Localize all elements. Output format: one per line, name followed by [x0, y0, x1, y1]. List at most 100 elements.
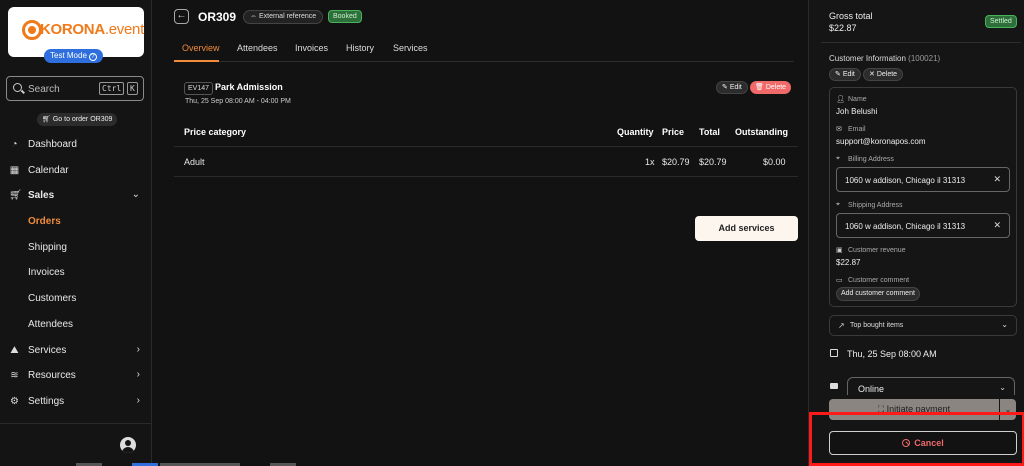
billing-address-label: Billing Address [848, 156, 894, 163]
sidebar-item-orders[interactable]: Orders [0, 211, 152, 233]
cancel-button[interactable]: Cancel [829, 431, 1017, 455]
payment-icon [830, 383, 838, 389]
comment-icon: ▭ [836, 277, 843, 284]
column-header-quantity: Quantity [617, 127, 654, 137]
chevron-down-icon: ⌄ [131, 189, 140, 200]
event-date: Thu, 25 Sep 08:00 AM - 04:00 PM [185, 98, 291, 105]
clear-icon[interactable]: ✕ [993, 174, 1001, 185]
sidebar-item-invoices[interactable]: Invoices [0, 262, 152, 284]
email-label: Email [848, 126, 866, 133]
add-customer-comment-button[interactable]: Add customer comment [836, 287, 920, 301]
column-header-total: Total [699, 127, 720, 137]
customer-comment-label: Customer comment [848, 277, 910, 284]
sidebar-item-calendar[interactable]: ▦ Calendar [0, 160, 152, 182]
link-icon: ⇔ [250, 13, 259, 20]
gear-icon: ⚙ [10, 396, 19, 407]
location-icon: ⌖ [836, 155, 840, 162]
payment-status-badge: Settled [985, 15, 1017, 28]
chevron-right-icon: › [136, 344, 140, 355]
arrow-left-icon: ← [176, 10, 187, 21]
column-header-outstanding: Outstanding [735, 127, 788, 137]
billing-address-field[interactable]: 1060 w addison, Chicago il 31313 ✕ [836, 167, 1010, 192]
chevron-right-icon: › [136, 369, 140, 380]
column-header-price-category: Price category [184, 127, 247, 137]
pencil-icon: ✎ [835, 71, 843, 78]
billing-address-value: 1060 w addison, Chicago il 31313 [845, 176, 966, 185]
person-icon: 👤︎ [836, 96, 845, 103]
logo-text: KORONA.event [40, 21, 144, 38]
search-input[interactable]: Search Ctrl K [6, 76, 144, 101]
status-badge: Booked [328, 10, 362, 23]
edit-event-button[interactable]: ✎ Edit [716, 81, 748, 94]
revenue-icon: ▣ [836, 247, 843, 254]
top-bought-items-dropdown[interactable]: ↗ Top bought items ⌄ [829, 315, 1017, 336]
edit-customer-button[interactable]: ✎ Edit [829, 68, 861, 81]
shipping-address-label: Shipping Address [848, 202, 903, 209]
tab-attendees[interactable]: Attendees [237, 43, 278, 53]
active-tab-indicator [174, 60, 219, 62]
order-summary-panel: Gross total $22.87 Settled Customer Info… [808, 0, 1024, 466]
gross-total-value: $22.87 [829, 23, 857, 33]
korona-logo-icon [22, 20, 42, 40]
event-code-badge: EV147 [184, 82, 214, 95]
clear-icon[interactable]: ✕ [993, 220, 1001, 231]
back-button[interactable]: ← [174, 9, 189, 24]
chevron-right-icon: › [136, 395, 140, 406]
location-icon: ⌖ [836, 201, 840, 208]
sidebar-item-services[interactable]: ⛰ Services › [0, 340, 152, 362]
table-divider [174, 176, 798, 177]
trending-up-icon: ↗ [838, 321, 845, 330]
customer-info-title: Customer Information (100021) [829, 54, 941, 63]
customer-info-card [829, 87, 1017, 307]
test-mode-badge[interactable]: Test Mode? [44, 49, 103, 63]
customer-name: Joh Belushi [836, 107, 878, 116]
tab-history[interactable]: History [346, 43, 374, 53]
main-content: ← OR309 ⇔ External reference Booked Over… [152, 0, 808, 466]
event-name: Park Admission [215, 82, 283, 92]
customer-revenue-value: $22.87 [836, 258, 861, 267]
customer-revenue-label: Customer revenue [848, 247, 906, 254]
order-date: Thu, 25 Sep 08:00 AM [847, 349, 937, 359]
tab-overview[interactable]: Overview [182, 43, 220, 53]
resources-icon: ≋ [10, 370, 19, 381]
email-icon: ✉ [836, 126, 842, 133]
customer-id: (100021) [908, 54, 941, 63]
sidebar-item-attendees[interactable]: Attendees [0, 314, 152, 336]
sidebar-item-shipping[interactable]: Shipping [0, 237, 152, 259]
cell-price: $20.79 [662, 157, 690, 167]
sidebar: KORONA.event Test Mode? Search Ctrl K 🛒︎… [0, 0, 152, 466]
name-label: Name [848, 96, 867, 103]
payment-method-select[interactable]: Online ⌄ [847, 377, 1015, 395]
tab-invoices[interactable]: Invoices [295, 43, 328, 53]
sidebar-item-sales[interactable]: 🛒︎ Sales ⌄ [0, 185, 152, 207]
page-title: OR309 [198, 10, 237, 24]
divider [821, 42, 1021, 43]
delete-customer-button[interactable]: ✕ Delete [863, 68, 904, 81]
close-icon: ✕ [869, 71, 877, 78]
customer-email: support@koronapos.com [836, 137, 926, 146]
shortcut-ctrl-key: Ctrl [99, 82, 125, 95]
shipping-address-field[interactable]: 1060 w addison, Chicago il 31313 ✕ [836, 213, 1010, 238]
sidebar-item-resources[interactable]: ≋ Resources › [0, 365, 152, 387]
dashboard-icon: ◔ [11, 139, 18, 150]
services-icon: ⛰ [10, 345, 19, 356]
sidebar-item-dashboard[interactable]: ◔ Dashboard [0, 134, 152, 156]
cart-icon: 🛒︎ [9, 190, 22, 201]
pencil-icon: ✎ [722, 84, 730, 91]
table-divider [174, 146, 798, 147]
sidebar-item-settings[interactable]: ⚙ Settings › [0, 391, 152, 413]
cart-icon: 🛒︎ [42, 116, 53, 123]
add-services-button[interactable]: Add services [695, 216, 798, 241]
sidebar-item-customers[interactable]: Customers [0, 288, 152, 310]
user-avatar-icon[interactable] [120, 437, 136, 453]
cancel-icon [902, 439, 911, 447]
delete-event-button[interactable]: 🗑︎ Delete [750, 81, 792, 94]
go-to-order-button[interactable]: 🛒︎ Go to order OR309 [37, 113, 118, 126]
search-placeholder: Search [28, 84, 60, 95]
tab-services[interactable]: Services [393, 43, 428, 53]
cell-quantity: 1x [645, 157, 655, 167]
tab-bar: Overview Attendees Invoices History Serv… [174, 38, 794, 62]
calendar-icon: ▦ [9, 165, 20, 176]
external-reference-button[interactable]: ⇔ External reference [243, 10, 324, 24]
chevron-down-icon: ⌄ [1001, 320, 1008, 329]
